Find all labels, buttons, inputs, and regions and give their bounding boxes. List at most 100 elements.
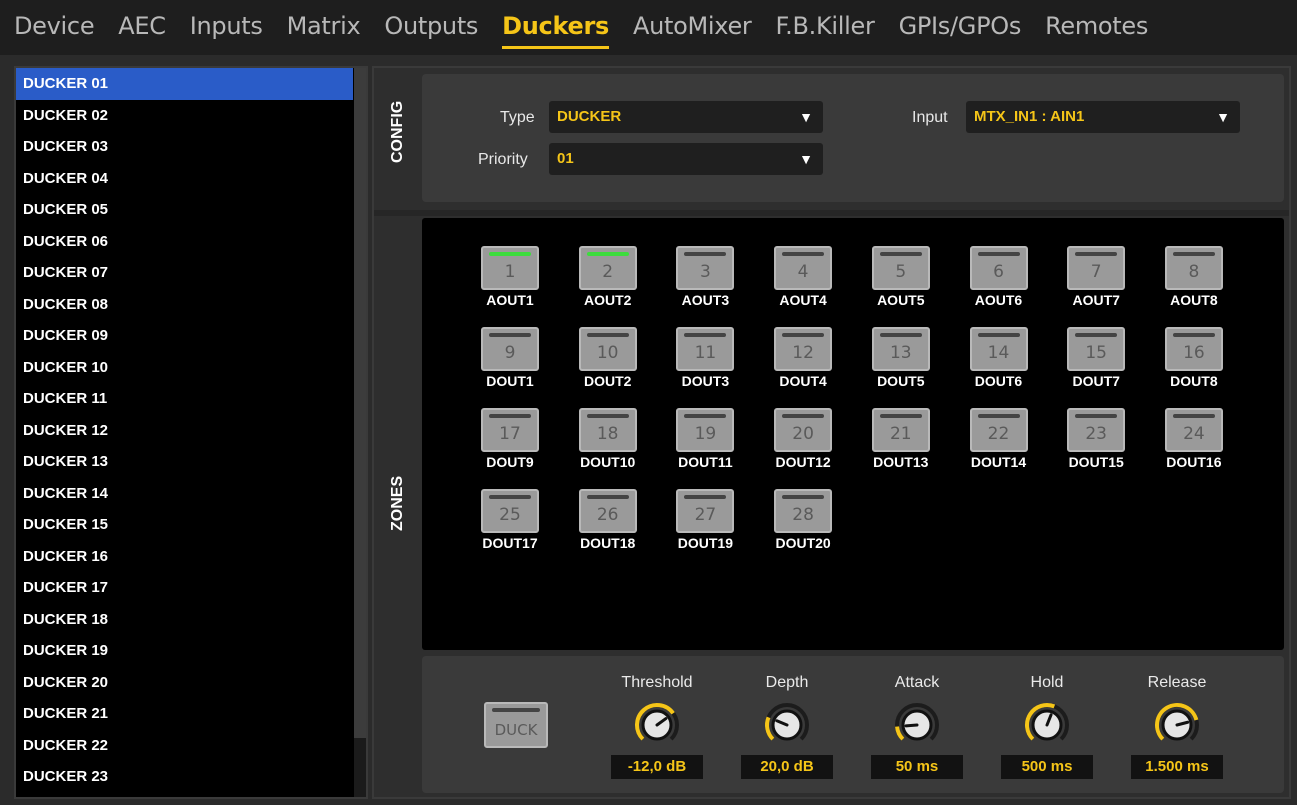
zone-number: 25 [499,505,521,525]
rotary-knob-icon[interactable] [1154,702,1200,748]
zone-toggle-button[interactable]: 15 [1067,327,1126,371]
list-scrollbar-thumb[interactable] [354,68,366,738]
zone-indicator [586,495,629,499]
zone-toggle-button[interactable]: 4 [774,246,833,290]
zone-toggle-button[interactable]: 22 [969,408,1028,452]
zone-dout18: 26 DOUT18 [575,489,641,551]
list-item[interactable]: DUCKER 05 [16,194,353,226]
knob-release: Release 1.500 ms [1122,674,1232,779]
zone-toggle-button[interactable]: 7 [1067,246,1126,290]
tab-automixer[interactable]: AutoMixer [633,0,752,55]
zone-toggle-button[interactable]: 5 [871,246,930,290]
zone-toggle-button[interactable]: 9 [481,327,539,371]
zone-indicator [977,252,1020,256]
zone-indicator [684,252,727,256]
rotary-knob-icon[interactable] [1024,702,1070,748]
list-item[interactable]: DUCKER 06 [16,226,353,258]
zone-toggle-button[interactable]: 23 [1067,408,1126,452]
zone-toggle-button[interactable]: 27 [676,489,735,533]
zone-toggle-button[interactable]: 6 [969,246,1028,290]
knob-value[interactable]: -12,0 dB [611,755,703,779]
list-item[interactable]: DUCKER 13 [16,446,353,478]
tab-remotes[interactable]: Remotes [1045,0,1148,55]
zone-dout6: 14 DOUT6 [966,327,1032,389]
list-item[interactable]: DUCKER 07 [16,257,353,289]
zone-toggle-button[interactable]: 18 [578,408,637,452]
list-item[interactable]: DUCKER 03 [16,131,353,163]
zone-toggle-button[interactable]: 14 [969,327,1028,371]
tab-f-b-killer[interactable]: F.B.Killer [776,0,875,55]
zone-aout3: 3 AOUT3 [672,246,738,308]
list-item[interactable]: DUCKER 23 [16,761,353,793]
zone-toggle-button[interactable]: 28 [774,489,833,533]
zone-aout6: 6 AOUT6 [966,246,1032,308]
tab-gpis-gpos[interactable]: GPIs/GPOs [899,0,1022,55]
zone-toggle-button[interactable]: 11 [676,327,735,371]
zone-toggle-button[interactable]: 2 [578,246,637,290]
rotary-knob-icon[interactable] [894,702,940,748]
priority-dropdown[interactable]: 01 ▼ [549,143,823,175]
input-label: Input [912,109,948,126]
tab-outputs[interactable]: Outputs [384,0,478,55]
zone-toggle-button[interactable]: 26 [578,489,637,533]
list-item[interactable]: DUCKER 17 [16,572,353,604]
list-item[interactable]: DUCKER 18 [16,604,353,636]
zone-aout4: 4 AOUT4 [770,246,836,308]
knob-value[interactable]: 500 ms [1001,755,1093,779]
knob-value[interactable]: 1.500 ms [1131,755,1223,779]
zone-toggle-button[interactable]: 3 [676,246,735,290]
list-item[interactable]: DUCKER 08 [16,289,353,321]
list-item[interactable]: DUCKER 11 [16,383,353,415]
input-dropdown[interactable]: MTX_IN1 : AIN1 ▼ [966,101,1240,133]
knob-depth: Depth 20,0 dB [732,674,842,779]
zone-toggle-button[interactable]: 17 [481,408,539,452]
zone-indicator [489,414,531,418]
zone-toggle-button[interactable]: 10 [578,327,637,371]
zone-label: AOUT7 [1072,292,1120,308]
zone-label: DOUT18 [580,535,636,551]
zone-toggle-button[interactable]: 24 [1164,408,1223,452]
zone-indicator [782,252,825,256]
rotary-knob-icon[interactable] [764,702,810,748]
zone-number: 28 [792,505,814,525]
zone-toggle-button[interactable]: 19 [676,408,735,452]
list-item[interactable]: DUCKER 19 [16,635,353,667]
zone-toggle-button[interactable]: 12 [774,327,833,371]
list-item[interactable]: DUCKER 14 [16,478,353,510]
zone-label: DOUT12 [775,454,831,470]
knob-value[interactable]: 50 ms [871,755,963,779]
tab-matrix[interactable]: Matrix [287,0,361,55]
tab-device[interactable]: Device [14,0,95,55]
zone-toggle-button[interactable]: 21 [871,408,930,452]
list-item[interactable]: DUCKER 20 [16,667,353,699]
duck-button[interactable]: DUCK [484,702,548,748]
list-item[interactable]: DUCKER 15 [16,509,353,541]
list-item[interactable]: DUCKER 21 [16,698,353,730]
tab-duckers[interactable]: Duckers [502,0,609,55]
type-dropdown[interactable]: DUCKER ▼ [549,101,823,133]
zone-label: DOUT6 [974,373,1023,389]
list-item[interactable]: DUCKER 09 [16,320,353,352]
list-item[interactable]: DUCKER 22 [16,730,353,762]
zone-label: DOUT11 [678,454,733,470]
zone-toggle-button[interactable]: 8 [1164,246,1223,290]
tab-inputs[interactable]: Inputs [190,0,263,55]
list-item[interactable]: DUCKER 16 [16,541,353,573]
zone-toggle-button[interactable]: 1 [481,246,539,290]
list-item[interactable]: DUCKER 12 [16,415,353,447]
rotary-knob-icon[interactable] [634,702,680,748]
zone-toggle-button[interactable]: 25 [481,489,539,533]
zone-indicator [1075,414,1118,418]
zone-toggle-button[interactable]: 20 [774,408,833,452]
list-scrollbar[interactable] [354,68,366,797]
tab-aec[interactable]: AEC [118,0,166,55]
list-item[interactable]: DUCKER 04 [16,163,353,195]
zone-toggle-button[interactable]: 13 [871,327,930,371]
list-item[interactable]: DUCKER 10 [16,352,353,384]
list-item[interactable]: DUCKER 02 [16,100,353,132]
knob-value[interactable]: 20,0 dB [741,755,833,779]
list-item[interactable]: DUCKER 01 [16,68,353,100]
section-divider [374,210,1289,216]
zone-dout4: 12 DOUT4 [770,327,836,389]
zone-toggle-button[interactable]: 16 [1164,327,1223,371]
